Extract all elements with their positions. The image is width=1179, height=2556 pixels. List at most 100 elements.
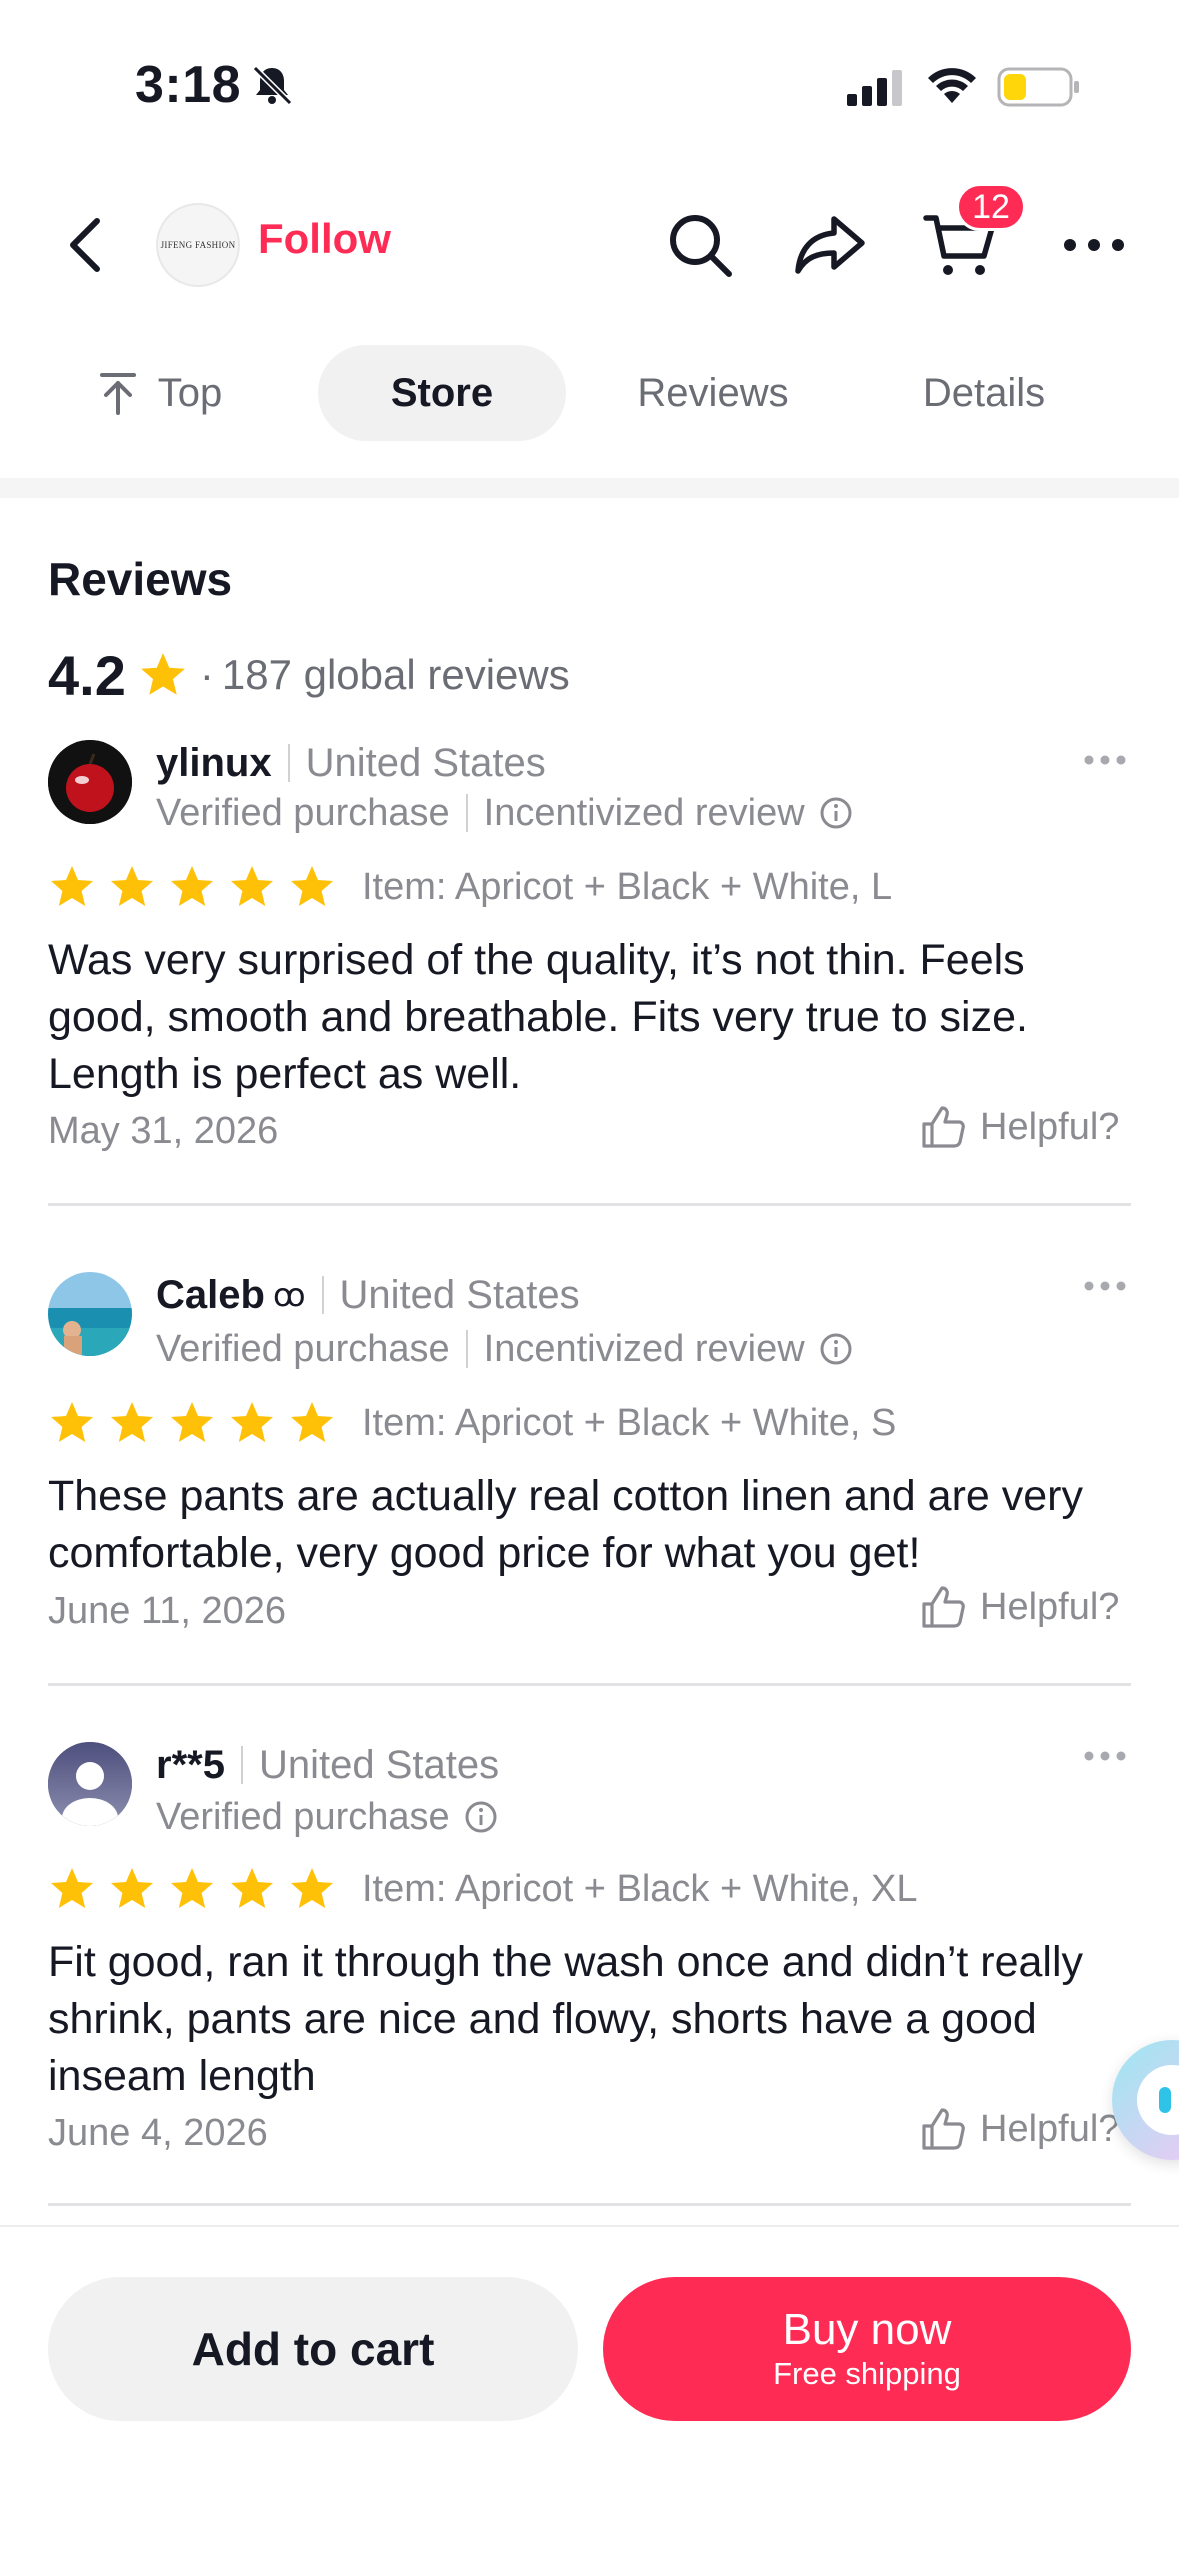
bell-slash-icon	[252, 65, 293, 106]
reviewer-name[interactable]: r**5	[156, 1743, 225, 1788]
more-button[interactable]	[1056, 207, 1132, 283]
review-date: May 31, 2026	[48, 1110, 279, 1152]
tab-top-label: Top	[157, 370, 223, 415]
review-divider	[48, 2203, 1131, 2206]
item-variant: Item: Apricot + Black + White, XL	[362, 1867, 918, 1910]
review-divider	[48, 1683, 1131, 1686]
review-rating-line: Item: Apricot + Black + White, XL	[48, 1864, 917, 1914]
tab-store[interactable]: Store	[318, 345, 566, 441]
review-divider	[48, 1203, 1131, 1206]
star-rating	[48, 864, 336, 910]
reviewer-line: ylinux United States	[156, 740, 546, 786]
verified-purchase-label: Verified purchase	[156, 1327, 450, 1370]
add-to-cart-button[interactable]: Add to cart	[48, 2277, 578, 2421]
avatar[interactable]	[48, 740, 132, 824]
star-rating	[48, 1866, 336, 1912]
star-icon	[140, 653, 185, 695]
reviewer-name[interactable]: Caleb	[156, 1273, 265, 1318]
beach-avatar-image	[48, 1272, 132, 1356]
star-icon	[291, 866, 333, 906]
reviewer-line: r**5 United States	[156, 1742, 499, 1788]
free-shipping-label: Free shipping	[773, 2356, 961, 2391]
review-meta: Verified purchase Incentivized review	[156, 790, 853, 836]
incentivized-label: Incentivized review	[483, 1327, 805, 1370]
tab-details-label: Details	[922, 370, 1046, 415]
review-more-button[interactable]	[1080, 1266, 1130, 1306]
thumbs-up-icon	[922, 1586, 965, 1628]
reviewer-name-emoji: ꝏ	[272, 1277, 306, 1313]
star-icon	[111, 1868, 153, 1908]
buy-now-button[interactable]: Buy now Free shipping	[603, 2277, 1131, 2421]
review-more-button[interactable]	[1080, 740, 1130, 780]
tab-reviews[interactable]: Reviews	[600, 345, 826, 441]
reviewer-country: United States	[258, 1742, 500, 1787]
rating-summary[interactable]: 4.2 · 187 global reviews	[48, 640, 570, 710]
review-more-button[interactable]	[1080, 1736, 1130, 1776]
avatar[interactable]	[48, 1272, 132, 1356]
divider	[321, 1276, 324, 1314]
section-divider	[0, 478, 1179, 498]
review-count: 187 global reviews	[221, 651, 570, 698]
review-text: Fit good, ran it through the wash once a…	[48, 1938, 1084, 2100]
status-time: 3:18	[135, 56, 242, 114]
tab-details[interactable]: Details	[868, 345, 1100, 441]
review-meta: Verified purchase Incentivized review	[156, 1326, 853, 1372]
star-icon	[111, 1402, 153, 1442]
tab-top[interactable]: Top	[60, 345, 260, 441]
reviews-heading: Reviews	[48, 553, 233, 605]
star-icon	[231, 866, 273, 906]
back-button[interactable]	[50, 207, 120, 283]
rating-separator: ·	[199, 651, 214, 698]
more-icon	[1084, 1751, 1126, 1761]
assistant-icon	[1137, 2065, 1179, 2135]
review-meta: Verified purchase	[156, 1794, 498, 1840]
share-button[interactable]	[792, 207, 868, 283]
default-avatar-icon	[48, 1742, 132, 1826]
search-button[interactable]	[662, 207, 738, 283]
top-nav-bar: JIFENG FASHION Follow 12	[0, 183, 1179, 295]
thumbs-up-icon	[922, 2108, 965, 2150]
store-logo[interactable]: JIFENG FASHION	[156, 203, 240, 287]
more-icon	[1084, 755, 1126, 765]
cart-count-badge: 12	[956, 183, 1026, 231]
reviewer-name[interactable]: ylinux	[156, 741, 272, 786]
info-icon[interactable]	[819, 796, 853, 830]
helpful-label: Helpful?	[980, 1585, 1120, 1628]
wifi-icon	[928, 68, 976, 103]
divider	[465, 794, 468, 832]
review-rating-line: Item: Apricot + Black + White, L	[48, 862, 892, 912]
helpful-button[interactable]: Helpful?	[920, 1104, 1119, 1150]
verified-purchase-label: Verified purchase	[156, 791, 450, 834]
search-icon	[670, 215, 732, 277]
reviewer-line: Caleb ꝏ United States	[156, 1272, 580, 1318]
info-icon[interactable]	[464, 1800, 498, 1834]
helpful-button[interactable]: Helpful?	[920, 2106, 1119, 2152]
back-icon	[70, 218, 100, 272]
star-icon	[111, 866, 153, 906]
add-to-cart-label: Add to cart	[191, 2323, 435, 2375]
helpful-button[interactable]: Helpful?	[920, 1584, 1119, 1630]
store-logo-text: JIFENG FASHION	[160, 240, 236, 250]
review-rating-line: Item: Apricot + Black + White, S	[48, 1398, 896, 1448]
divider	[240, 1746, 243, 1784]
review-date: June 11, 2026	[48, 1590, 287, 1632]
battery-icon	[997, 67, 1079, 107]
star-icon	[231, 1402, 273, 1442]
avatar[interactable]	[48, 1742, 132, 1826]
star-icon	[171, 866, 213, 906]
divider	[287, 744, 290, 782]
star-icon	[51, 866, 93, 906]
arrow-up-to-top-icon	[99, 373, 136, 415]
star-rating	[48, 1400, 336, 1446]
purchase-bar: Add to cart Buy now Free shipping	[0, 2225, 1179, 2556]
info-icon[interactable]	[819, 1332, 853, 1366]
follow-button[interactable]: Follow	[258, 215, 391, 263]
more-icon	[1084, 1281, 1126, 1291]
incentivized-label: Incentivized review	[483, 791, 805, 834]
helpful-label: Helpful?	[980, 1105, 1120, 1148]
divider	[465, 1330, 468, 1368]
reviewer-country: United States	[339, 1272, 580, 1317]
review-date: June 4, 2026	[48, 2112, 268, 2154]
reviewer-country: United States	[305, 740, 546, 785]
tab-store-label: Store	[390, 370, 494, 415]
